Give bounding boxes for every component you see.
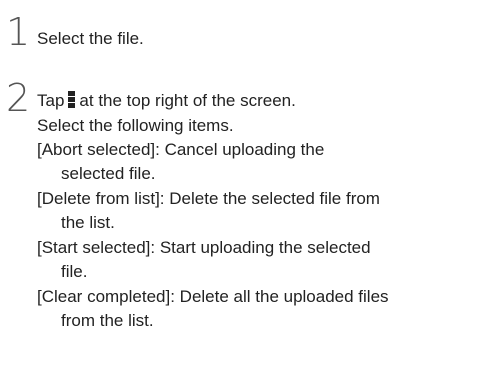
item-line-2: from the list. <box>61 311 154 330</box>
step-text: Select the file. <box>37 29 144 48</box>
item-line-2: the list. <box>61 213 115 232</box>
instruction-text-before: Tap <box>37 91 65 110</box>
step-1: 1 Select the file. <box>0 0 501 60</box>
step-number: 1 <box>6 10 31 54</box>
item-line-1: [Start selected]: Start uploading the se… <box>37 238 371 257</box>
list-item: [Start selected]: Start uploading the se… <box>37 236 497 284</box>
step-2: 2 Tap at the top right of the screen. Sel… <box>0 75 501 375</box>
vertical-menu-icon <box>68 91 76 109</box>
list-item: [Abort selected]: Cancel uploading the s… <box>37 138 497 186</box>
list-item: [Delete from list]: Delete the selected … <box>37 187 497 235</box>
step-number: 2 <box>6 76 31 120</box>
item-line-1: [Clear completed]: Delete all the upload… <box>37 287 389 306</box>
item-line-1: [Abort selected]: Cancel uploading the <box>37 140 325 159</box>
step-instruction: Tap at the top right of the screen. <box>37 89 296 113</box>
step-subtext: Select the following items. <box>37 116 234 135</box>
list-item: [Clear completed]: Delete all the upload… <box>37 285 497 333</box>
item-line-2: selected file. <box>61 164 156 183</box>
instruction-text-after: at the top right of the screen. <box>79 91 296 110</box>
item-line-1: [Delete from list]: Delete the selected … <box>37 189 380 208</box>
item-line-2: file. <box>61 262 88 281</box>
